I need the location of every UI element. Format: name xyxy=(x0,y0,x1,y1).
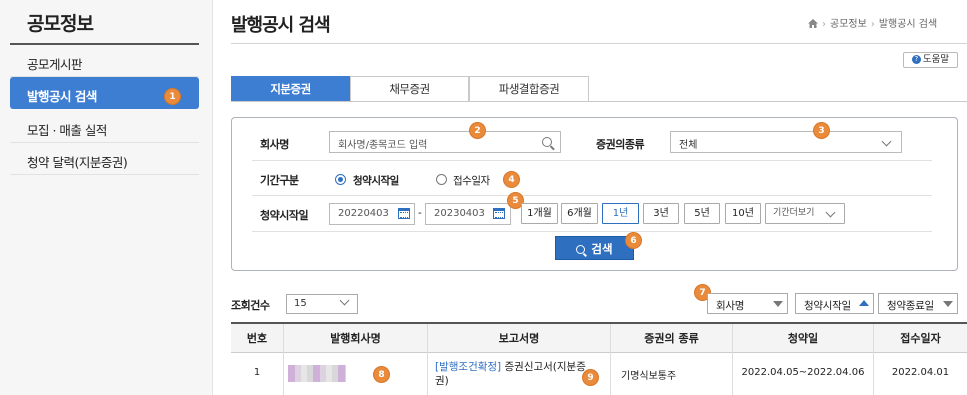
page-title: 발행공시 검색 xyxy=(231,15,331,36)
date-to-value: 20230403 xyxy=(434,208,485,219)
tab-label: 채무증권 xyxy=(389,82,430,96)
tab-label: 파생결합증권 xyxy=(498,82,560,96)
security-type-label: 증권의종류 xyxy=(596,138,645,151)
date-label: 청약시작일 xyxy=(260,209,309,222)
breadcrumb: › 공모정보 › 발행공시 검색 xyxy=(808,15,937,30)
column-header: 접수일자 xyxy=(873,324,967,353)
period-button-10y[interactable]: 10년 xyxy=(725,203,761,224)
period-button-5y[interactable]: 5년 xyxy=(684,203,720,224)
divider xyxy=(252,160,932,161)
report-name[interactable]: 증권신고서(지분증 xyxy=(501,361,585,373)
column-header: 청약일 xyxy=(732,324,873,353)
annotation-badge: 9 xyxy=(582,369,599,386)
period-button-label: 1개월 xyxy=(527,208,552,219)
help-label: 도움말 xyxy=(922,54,950,65)
breadcrumb-item[interactable]: 발행공시 검색 xyxy=(879,19,937,30)
sort-label: 청약시작일 xyxy=(804,300,851,312)
column-header: 증권의 종류 xyxy=(610,324,732,353)
calendar-icon[interactable] xyxy=(398,208,410,219)
period-button-label: 10년 xyxy=(732,208,754,219)
report-name-cont[interactable]: 권) xyxy=(435,375,449,387)
sidebar-item-calendar[interactable]: 청약 달력(지분증권) xyxy=(10,143,199,175)
help-button[interactable]: ? 도움말 xyxy=(903,52,958,68)
count-label: 조회건수 xyxy=(231,299,270,312)
search-button-label: 검색 xyxy=(591,242,613,256)
cell-company[interactable]: 8 xyxy=(283,353,427,395)
radio-label: 청약시작일 xyxy=(353,175,399,187)
date-separator: - xyxy=(418,207,422,219)
cell-no: 1 xyxy=(253,367,261,378)
search-icon xyxy=(576,245,586,254)
sidebar-item-board[interactable]: 공모게시판 xyxy=(10,45,199,77)
divider xyxy=(252,195,932,196)
period-button-label: 6개월 xyxy=(567,208,592,219)
period-button-1m[interactable]: 1개월 xyxy=(521,203,558,224)
period-button-label: 3년 xyxy=(653,208,669,219)
sort-down-icon xyxy=(773,301,783,307)
question-icon: ? xyxy=(911,55,921,64)
column-header: 보고서명 xyxy=(427,324,610,353)
cell-security-type: 기명식보통주 xyxy=(610,353,732,395)
sort-up-icon xyxy=(859,300,869,306)
tab-equity[interactable]: 지분증권 xyxy=(231,76,350,102)
calendar-icon[interactable] xyxy=(493,208,505,219)
sidebar-item-label: 공모게시판 xyxy=(27,57,83,72)
home-icon[interactable] xyxy=(808,19,818,28)
cell-subscription: 2022.04.05~2022.04.06 xyxy=(732,353,873,395)
column-header: 발행회사명 xyxy=(283,324,427,353)
table-header: 번호 발행회사명 보고서명 증권의 종류 청약일 접수일자 xyxy=(231,322,967,353)
count-value: 15 xyxy=(294,298,307,309)
radio-subscription-start[interactable] xyxy=(335,174,346,185)
period-button-3y[interactable]: 3년 xyxy=(643,203,679,224)
radio-received-date[interactable] xyxy=(436,174,447,185)
sort-down-icon xyxy=(943,301,953,307)
count-select[interactable]: 15 xyxy=(286,294,358,314)
breadcrumb-item[interactable]: 공모정보 xyxy=(830,19,867,30)
divider xyxy=(252,231,932,232)
sidebar-item-label: 발행공시 검색 xyxy=(27,89,97,104)
annotation-badge: 8 xyxy=(373,366,390,383)
sidebar-item-label: 모집 · 매출 실적 xyxy=(27,123,107,138)
chevron-right-icon: › xyxy=(870,19,875,30)
date-from-value: 20220403 xyxy=(338,208,389,219)
search-panel: 회사명 회사명/종목코드 입력 2 증권의종류 전체 3 기간구분 청약시작일 … xyxy=(231,117,958,271)
annotation-badge: 6 xyxy=(625,232,642,249)
tab-derivative[interactable]: 파생결합증권 xyxy=(469,76,589,102)
tab-debt[interactable]: 채무증권 xyxy=(350,76,469,102)
period-label: 기간구분 xyxy=(260,174,299,187)
security-type-value: 전체 xyxy=(679,140,698,151)
period-button-1y[interactable]: 1년 xyxy=(602,203,639,224)
divider xyxy=(231,43,967,44)
report-status-tag[interactable]: [발행조건확정] xyxy=(435,361,501,373)
annotation-badge: 3 xyxy=(813,122,830,139)
company-label: 회사명 xyxy=(260,138,289,151)
divider xyxy=(231,101,967,102)
period-button-label: 5년 xyxy=(694,208,710,219)
sidebar-item-results[interactable]: 모집 · 매출 실적 xyxy=(10,111,199,143)
more-periods-label: 기간더보기 xyxy=(773,208,815,218)
sort-label: 청약종료일 xyxy=(887,300,934,312)
annotation-badge: 1 xyxy=(164,88,181,105)
annotation-badge: 2 xyxy=(469,122,486,139)
redacted-company-name xyxy=(288,365,346,382)
period-button-6m[interactable]: 6개월 xyxy=(561,203,598,224)
column-header: 번호 xyxy=(246,332,268,345)
sidebar-title: 공모정보 xyxy=(27,13,94,35)
sidebar-item-label: 청약 달력(지분증권) xyxy=(27,155,128,170)
company-placeholder: 회사명/종목코드 입력 xyxy=(338,140,428,151)
cell-received: 2022.04.01 xyxy=(873,353,967,395)
tab-label: 지분증권 xyxy=(270,82,311,96)
company-input[interactable]: 회사명/종목코드 입력 xyxy=(329,131,561,153)
security-type-select[interactable]: 전체 xyxy=(670,131,902,153)
search-button[interactable]: 검색 xyxy=(555,236,634,260)
cell-report[interactable]: [발행조건확정] 증권신고서(지분증 권) 9 xyxy=(427,353,610,395)
sidebar: 공모정보 공모게시판 발행공시 검색 1 모집 · 매출 실적 청약 달력(지분… xyxy=(0,0,213,395)
chevron-right-icon: › xyxy=(822,19,826,30)
radio-label: 접수일자 xyxy=(453,175,490,187)
sort-label: 회사명 xyxy=(716,300,745,312)
annotation-badge: 4 xyxy=(503,171,520,188)
search-icon[interactable] xyxy=(542,137,552,147)
period-button-label: 1년 xyxy=(612,208,629,219)
